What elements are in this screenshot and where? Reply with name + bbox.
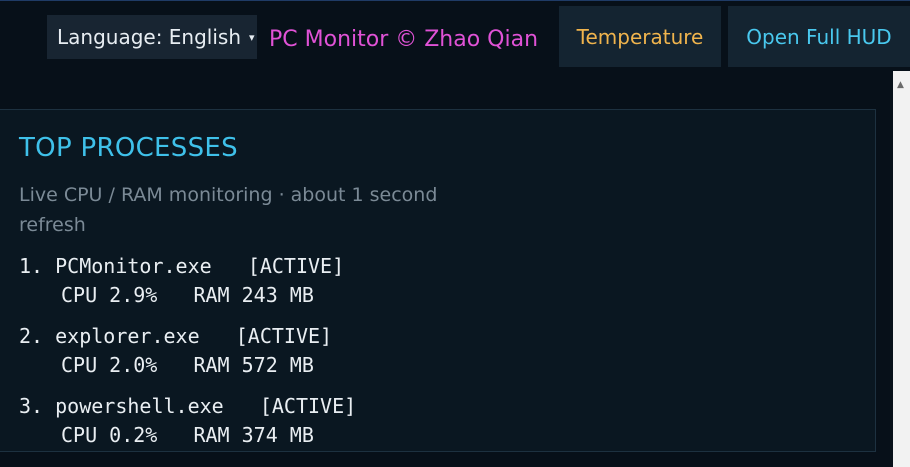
panel-subtitle: Live CPU / RAM monitoring · about 1 seco… [19, 184, 438, 236]
ram-value: 243 MB [241, 283, 314, 307]
ram-label: RAM [193, 423, 230, 447]
temperature-button[interactable]: Temperature [559, 6, 721, 67]
process-rank: 1. [19, 254, 44, 278]
process-rank: 3. [19, 394, 44, 418]
process-list: 1. PCMonitor.exe [ACTIVE] CPU 2.9% RAM 2… [19, 252, 356, 462]
process-status: [ACTIVE] [259, 394, 357, 418]
scroll-up-icon[interactable]: ▲ [897, 81, 904, 90]
top-toolbar: Language: English ▾ PC Monitor © Zhao Qi… [0, 1, 910, 71]
cpu-value: 2.0% [109, 353, 158, 377]
ram-label: RAM [193, 353, 230, 377]
ram-value: 374 MB [241, 423, 314, 447]
process-status: [ACTIVE] [247, 254, 345, 278]
list-item: 3. powershell.exe [ACTIVE] CPU 0.2% RAM … [19, 392, 356, 462]
app-brand-title: PC Monitor © Zhao Qian [269, 27, 539, 52]
language-select[interactable]: Language: English ▾ [47, 15, 257, 59]
list-item: 2. explorer.exe [ACTIVE] CPU 2.0% RAM 57… [19, 322, 356, 392]
process-rank: 2. [19, 324, 44, 348]
ram-value: 572 MB [241, 353, 314, 377]
top-processes-panel: TOP PROCESSES Live CPU / RAM monitoring … [0, 109, 876, 452]
pc-monitor-page: Language: English ▾ PC Monitor © Zhao Qi… [0, 0, 910, 467]
cpu-label: CPU [61, 423, 98, 447]
scrollbar[interactable]: ▲ [893, 71, 910, 467]
process-status: [ACTIVE] [235, 324, 333, 348]
cpu-label: CPU [61, 283, 98, 307]
panel-title: TOP PROCESSES [19, 133, 238, 163]
language-select-label: Language: English [57, 25, 242, 49]
process-name: powershell.exe [55, 394, 224, 418]
chevron-down-icon: ▾ [249, 30, 255, 44]
cpu-value: 2.9% [109, 283, 158, 307]
cpu-label: CPU [61, 353, 98, 377]
list-item: 1. PCMonitor.exe [ACTIVE] CPU 2.9% RAM 2… [19, 252, 356, 322]
open-full-hud-button[interactable]: Open Full HUD [728, 6, 910, 67]
process-name: explorer.exe [55, 324, 200, 348]
process-name: PCMonitor.exe [55, 254, 212, 278]
cpu-value: 0.2% [109, 423, 158, 447]
ram-label: RAM [193, 283, 230, 307]
